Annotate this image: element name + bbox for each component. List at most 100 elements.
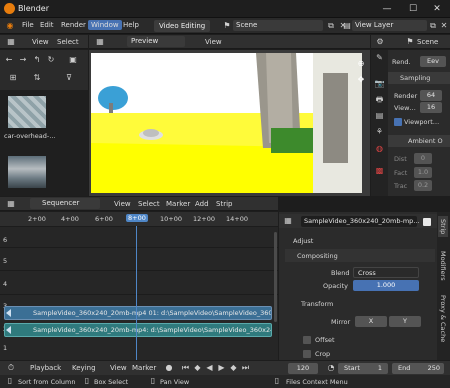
editor-type-icon[interactable]: ▦ <box>4 36 18 48</box>
video-strip[interactable]: SampleVideo_360x240_20mb-mp4 01: d:\Samp… <box>4 306 272 320</box>
blender-menu-icon[interactable]: ◉ <box>4 20 16 32</box>
menu-marker[interactable]: Marker <box>132 364 156 372</box>
sequencer-mode-dropdown[interactable]: Sequencer <box>30 198 100 209</box>
menu-window[interactable]: Window <box>88 20 122 30</box>
copy-icon[interactable]: ⧉ <box>326 20 336 32</box>
start-frame-field[interactable]: Start 1 <box>338 363 388 374</box>
editor-type-icon[interactable]: ▦ <box>4 198 18 210</box>
close-icon[interactable]: ✕ <box>439 20 449 32</box>
file-thumbnail[interactable] <box>8 156 46 188</box>
filter-icon[interactable]: ⊽ <box>62 72 76 84</box>
playhead-line[interactable] <box>136 226 137 360</box>
world-icon[interactable]: ◍ <box>373 143 386 155</box>
render-engine-label: Rend. <box>392 58 411 66</box>
menu-view[interactable]: View <box>205 38 222 46</box>
menu-view[interactable]: View <box>110 364 127 372</box>
render-icon[interactable]: 📷 <box>373 78 386 90</box>
menu-add[interactable]: Add <box>195 200 209 208</box>
crop-checkbox[interactable] <box>303 350 311 358</box>
pan-icon[interactable]: ✥ <box>355 74 367 86</box>
menu-help[interactable]: Help <box>123 21 139 29</box>
render-engine-dropdown[interactable]: Eev <box>420 56 446 67</box>
transform-panel-header[interactable]: Transform <box>301 300 333 308</box>
end-frame-field[interactable]: End 250 <box>392 363 444 374</box>
opacity-slider[interactable]: 1.000 <box>353 280 419 291</box>
scene-selector[interactable]: Scene <box>233 20 323 31</box>
copy-icon[interactable]: ⧉ <box>428 20 438 32</box>
preview-mode-dropdown[interactable]: Preview <box>127 36 185 47</box>
ao-panel-header[interactable]: Ambient O <box>388 135 450 147</box>
view-layer-selector[interactable]: View Layer <box>352 20 427 31</box>
viewport-samples-field[interactable]: 16 <box>420 102 442 113</box>
thumbnail-view-icon[interactable]: ⊞ <box>6 72 20 84</box>
compositing-panel-header[interactable]: Compositing <box>285 249 435 262</box>
play-icon[interactable]: ▶ <box>216 362 227 374</box>
jump-end-icon[interactable]: ⏭ <box>240 362 251 374</box>
editor-type-icon[interactable]: ⚙ <box>374 36 386 48</box>
blend-dropdown[interactable]: Cross <box>353 267 419 278</box>
stopwatch-icon[interactable]: ◔ <box>326 362 336 374</box>
file-browser-toolbar: ← → ↰ ↻ ▣ ⊞ ⇅ ⊽ <box>0 50 88 90</box>
next-keyframe-icon[interactable]: ◆ <box>228 362 239 374</box>
output-icon[interactable]: 🖶 <box>373 94 386 106</box>
tab-proxy-cache[interactable]: Proxy & Cache <box>438 292 448 345</box>
sampling-panel-header[interactable]: Sampling <box>388 72 450 84</box>
sort-icon[interactable]: ⇅ <box>30 72 44 84</box>
tab-modifiers[interactable]: Modifiers <box>438 248 448 284</box>
ao-trace-field[interactable]: 0.2 <box>414 180 432 191</box>
menu-select[interactable]: Select <box>57 38 79 46</box>
menu-render[interactable]: Render <box>61 21 86 29</box>
ao-distance-field[interactable]: 0 <box>414 153 432 164</box>
sound-strip[interactable]: SampleVideo_360x240_20mb-mp4: d:\SampleV… <box>4 323 272 337</box>
adjust-panel-header[interactable]: Adjust <box>293 237 313 245</box>
view-layer-icon[interactable]: ▤ <box>373 110 386 122</box>
menu-marker[interactable]: Marker <box>166 200 190 208</box>
scrollbar[interactable] <box>274 232 277 322</box>
file-name-label[interactable]: car-overhead-… <box>4 132 56 140</box>
texture-icon[interactable]: ▩ <box>373 165 386 177</box>
menu-view[interactable]: View <box>32 38 49 46</box>
strip-name-field[interactable]: SampleVideo_360x240_20mb-mp… <box>301 216 420 227</box>
zoom-icon[interactable]: ⊕ <box>355 58 367 70</box>
strip-name-row: ▦ SampleVideo_360x240_20mb-mp… <box>279 214 437 228</box>
file-thumbnail[interactable] <box>8 96 46 128</box>
strip-handle-icon[interactable] <box>6 326 11 334</box>
tool-icon[interactable]: ✎ <box>373 52 386 64</box>
editor-type-icon[interactable]: ▦ <box>93 36 107 48</box>
current-frame-field[interactable]: 120 <box>288 363 318 374</box>
end-label: End <box>398 364 411 372</box>
record-icon[interactable]: ● <box>163 362 175 374</box>
arrow-left-icon[interactable]: ← <box>3 54 15 66</box>
prev-keyframe-icon[interactable]: ◆ <box>192 362 203 374</box>
play-reverse-icon[interactable]: ◀ <box>204 362 215 374</box>
refresh-icon[interactable]: ↻ <box>45 54 57 66</box>
tab-video-editing[interactable]: Video Editing <box>154 20 211 32</box>
strip-enable-checkbox[interactable] <box>423 218 431 226</box>
menu-strip[interactable]: Strip <box>216 200 232 208</box>
parent-folder-icon[interactable]: ↰ <box>31 54 43 66</box>
strip-handle-icon[interactable] <box>6 309 11 317</box>
ao-label: Ambient O <box>408 137 443 145</box>
menu-edit[interactable]: Edit <box>40 21 54 29</box>
render-samples-field[interactable]: 64 <box>420 90 442 101</box>
current-frame-indicator[interactable]: 8+00 <box>126 214 148 222</box>
mirror-x-button[interactable]: X <box>355 316 387 327</box>
menu-keying[interactable]: Keying <box>72 364 96 372</box>
new-folder-icon[interactable]: ▣ <box>66 54 80 66</box>
editor-type-icon[interactable]: ⏱ <box>4 362 18 374</box>
maximize-button[interactable]: ☐ <box>402 2 424 16</box>
menu-view[interactable]: View <box>114 200 131 208</box>
jump-start-icon[interactable]: ⏮ <box>180 362 191 374</box>
offset-checkbox[interactable] <box>303 336 311 344</box>
menu-playback[interactable]: Playback <box>30 364 61 372</box>
ao-factor-field[interactable]: 1.0 <box>414 167 432 178</box>
viewport-denoise-checkbox[interactable] <box>394 118 402 126</box>
menu-select[interactable]: Select <box>138 200 160 208</box>
mirror-y-button[interactable]: Y <box>389 316 421 327</box>
tab-strip[interactable]: Strip <box>438 216 448 238</box>
menu-file[interactable]: File <box>22 21 34 29</box>
arrow-right-icon[interactable]: → <box>17 54 29 66</box>
scene-icon[interactable]: ⚘ <box>373 126 386 138</box>
minimize-button[interactable]: — <box>376 2 398 16</box>
close-button[interactable]: ✕ <box>426 2 448 16</box>
